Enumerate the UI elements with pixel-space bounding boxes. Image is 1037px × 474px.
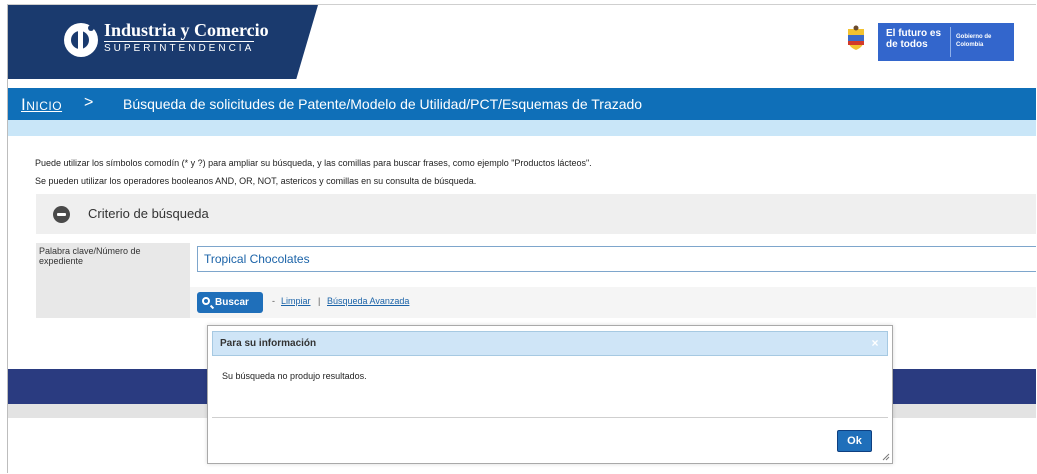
- search-button-label: Buscar: [215, 297, 249, 308]
- keyword-label-cell: Palabra clave/Número de expediente: [36, 243, 190, 287]
- close-icon[interactable]: ×: [869, 337, 881, 349]
- dialog-titlebar[interactable]: Para su información ×: [212, 331, 888, 356]
- colombia-shield-icon: [848, 25, 864, 50]
- government-badge: El futuro es de todos Gobierno de Colomb…: [878, 23, 1014, 61]
- breadcrumb-arrow: >: [84, 94, 94, 111]
- page-header: Industria y Comercio SUPERINTENDENCIA El…: [8, 5, 1036, 85]
- logo-title: Industria y Comercio: [104, 20, 269, 40]
- gov-name: Gobierno de Colombia: [956, 34, 992, 48]
- title-stripe: [8, 120, 1036, 136]
- criteria-header-label: Criterio de búsqueda: [88, 206, 209, 221]
- actions-cell: Buscar - Limpiar | Búsqueda Avanzada: [190, 287, 1036, 318]
- resize-handle-icon[interactable]: [882, 453, 890, 461]
- criteria-header[interactable]: Criterio de búsqueda: [36, 194, 1036, 234]
- info-dialog: Para su información × Su búsqueda no pro…: [207, 325, 893, 464]
- collapse-minus-icon[interactable]: [53, 206, 70, 223]
- keyword-label: Palabra clave/Número de expediente: [39, 246, 141, 266]
- keyword-input[interactable]: [197, 246, 1036, 272]
- actions-row: Buscar - Limpiar | Búsqueda Avanzada: [36, 287, 1036, 318]
- dialog-title: Para su información: [220, 338, 317, 349]
- browser-frame: Industria y Comercio SUPERINTENDENCIA El…: [7, 4, 1036, 473]
- dialog-message: Su búsqueda no produjo resultados.: [222, 371, 367, 381]
- search-button[interactable]: Buscar: [197, 292, 263, 313]
- dialog-divider: [212, 417, 888, 418]
- gov-slogan: El futuro es de todos: [886, 28, 942, 50]
- info-text-operators: Se pueden utilizar los operadores boolea…: [35, 176, 477, 186]
- gov-divider: [950, 27, 951, 57]
- sic-logo-icon: [64, 23, 98, 57]
- info-text-wildcards: Puede utilizar los símbolos comodín (* y…: [35, 158, 592, 168]
- page-title: Búsqueda de solicitudes de Patente/Model…: [123, 96, 643, 112]
- advanced-search-link[interactable]: Búsqueda Avanzada: [327, 296, 409, 306]
- keyword-row: Palabra clave/Número de expediente: [36, 243, 1036, 287]
- brand-banner: Industria y Comercio SUPERINTENDENCIA: [8, 5, 318, 79]
- logo-subtitle: SUPERINTENDENCIA: [104, 41, 255, 54]
- home-link[interactable]: Inicio: [21, 95, 62, 115]
- search-icon: [202, 297, 210, 305]
- title-bar: Inicio > Búsqueda de solicitudes de Pate…: [8, 88, 1036, 120]
- clear-link[interactable]: Limpiar: [281, 296, 311, 306]
- separator-dash: -: [272, 296, 275, 306]
- ok-button[interactable]: Ok: [837, 430, 872, 452]
- separator-pipe: |: [318, 296, 321, 306]
